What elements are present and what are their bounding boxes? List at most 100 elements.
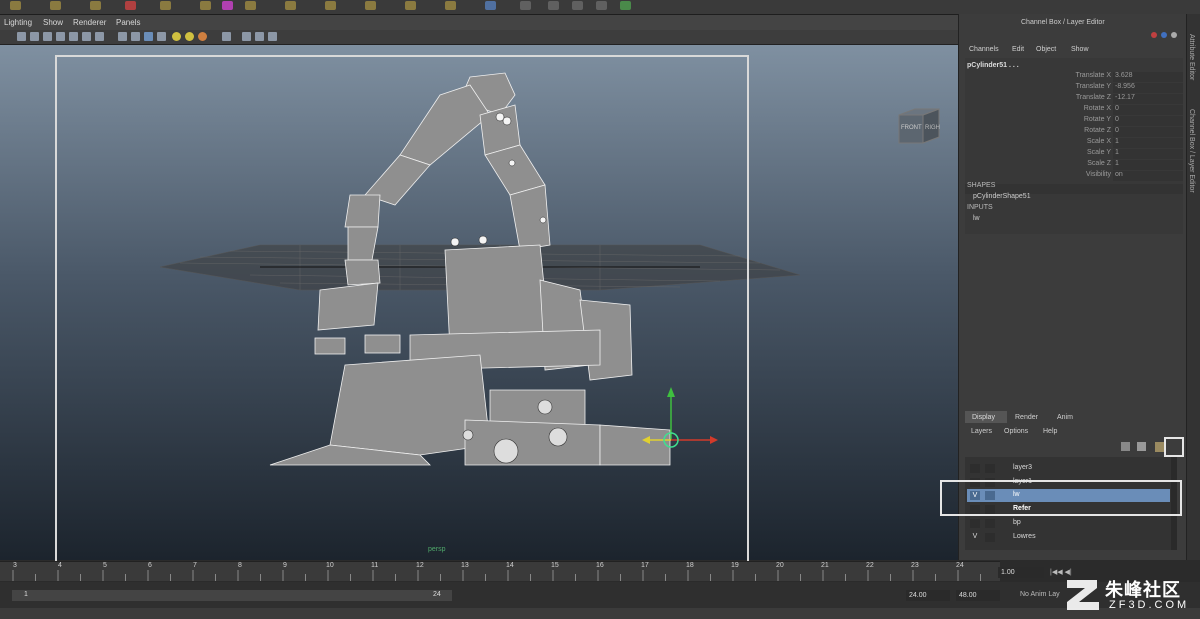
channel-key-icon[interactable]	[1151, 32, 1157, 38]
channel-row[interactable]: Translate Z -12.17	[967, 94, 1183, 105]
tab-anim[interactable]: Anim	[1057, 414, 1073, 421]
layer-name: layer3	[1013, 464, 1033, 471]
timeline-tick-label: 24	[956, 562, 964, 569]
channel-lock-icon[interactable]	[1161, 32, 1167, 38]
default-light-icon[interactable]	[185, 32, 194, 41]
input-name[interactable]: lw	[973, 215, 980, 222]
resolution-gate-icon[interactable]	[95, 32, 104, 41]
channels-menu-object[interactable]: Object	[1036, 46, 1056, 53]
channels-menu-channels[interactable]: Channels	[969, 46, 999, 53]
lights-icon[interactable]	[172, 32, 181, 41]
shape-name[interactable]: pCylinderShape51	[973, 193, 1031, 200]
menu-renderer[interactable]: Renderer	[73, 18, 106, 27]
layer-visibility-toggle[interactable]	[970, 464, 980, 473]
layer-type-toggle[interactable]	[985, 464, 995, 473]
timeline-tick-label: 5	[103, 562, 107, 569]
channel-row[interactable]: Translate X 3.628	[967, 72, 1183, 83]
channel-row[interactable]: Translate Y -8.956	[967, 83, 1183, 94]
layer-type-toggle[interactable]	[985, 533, 995, 542]
anim-layer-dropdown[interactable]: No Anim Lay	[1020, 591, 1060, 598]
shelf-tool-icon[interactable]	[520, 1, 531, 10]
channel-row[interactable]: Scale X1	[967, 138, 1183, 149]
smooth-shade-icon[interactable]	[131, 32, 140, 41]
shelf-tool-icon[interactable]	[445, 1, 456, 10]
wireframe-on-shaded-icon[interactable]	[144, 32, 153, 41]
shelf-bar	[0, 0, 1200, 15]
shelf-tool-icon[interactable]	[365, 1, 376, 10]
channel-row[interactable]: Rotate Z0	[967, 127, 1183, 138]
channel-settings-icon[interactable]	[1171, 32, 1177, 38]
current-frame-field[interactable]: 1.00	[998, 567, 1044, 578]
layer-type-toggle[interactable]	[985, 519, 995, 528]
grid-icon[interactable]	[69, 32, 78, 41]
camera-attr-icon[interactable]	[30, 32, 39, 41]
layer-name: Lowres	[1013, 533, 1036, 540]
shelf-tool-icon[interactable]	[125, 1, 136, 10]
shelf-tool-icon[interactable]	[572, 1, 583, 10]
channel-row[interactable]: Scale Y1	[967, 149, 1183, 160]
timeline-tick-label: 6	[148, 562, 152, 569]
shelf-tool-icon[interactable]	[160, 1, 171, 10]
anim-end-field[interactable]: 24.00	[906, 590, 950, 601]
layer-row[interactable]: layer3	[967, 462, 1170, 475]
create-layer-highlight	[1164, 437, 1184, 457]
shelf-tool-icon[interactable]	[50, 1, 61, 10]
shelf-tool-icon[interactable]	[245, 1, 256, 10]
shelf-tool-icon[interactable]	[596, 1, 607, 10]
layer-row[interactable]: bp	[967, 517, 1170, 530]
playback-end-field[interactable]: 48.00	[956, 590, 1000, 601]
shelf-tool-icon[interactable]	[548, 1, 559, 10]
timeline-tick-label: 20	[776, 562, 784, 569]
shelf-tool-icon[interactable]	[405, 1, 416, 10]
channels-menu-edit[interactable]: Edit	[1012, 46, 1024, 53]
shelf-tool-icon[interactable]	[325, 1, 336, 10]
layer-menu-help[interactable]: Help	[1043, 428, 1057, 435]
view-cube[interactable]: FRONT RIGH	[897, 105, 941, 145]
timeline-tick-label: 17	[641, 562, 649, 569]
layer-menu-layers[interactable]: Layers	[971, 428, 992, 435]
menu-show[interactable]: Show	[43, 18, 63, 27]
range-end-label: 24	[433, 591, 441, 598]
new-layer-empty-icon[interactable]	[1121, 442, 1130, 451]
tab-channel-box[interactable]: Channel Box / Layer Editor	[1188, 109, 1195, 193]
shelf-tool-icon[interactable]	[222, 1, 233, 10]
film-gate-icon[interactable]	[82, 32, 91, 41]
shelf-tool-icon[interactable]	[10, 1, 21, 10]
menu-lighting[interactable]: Lighting	[4, 18, 32, 27]
timeline-tick-label: 10	[326, 562, 334, 569]
channel-row[interactable]: Visibility on	[967, 171, 1183, 182]
timeline-tick-label: 8	[238, 562, 242, 569]
channel-row[interactable]: Rotate X0	[967, 105, 1183, 116]
tab-attribute-editor[interactable]: Attribute Editor	[1188, 34, 1195, 80]
channel-row[interactable]: Rotate Y0	[967, 116, 1183, 127]
channels-menu-show[interactable]: Show	[1071, 46, 1089, 53]
object-name[interactable]: pCylinder51 . . .	[967, 62, 1019, 69]
channel-row[interactable]: Scale Z1	[967, 160, 1183, 171]
layer-visibility-toggle[interactable]: V	[970, 533, 980, 542]
isolate-select-icon[interactable]	[222, 32, 231, 41]
backface-icon[interactable]	[268, 32, 277, 41]
camera-select-icon[interactable]	[17, 32, 26, 41]
textured-icon[interactable]	[157, 32, 166, 41]
timeline-tick-label: 22	[866, 562, 874, 569]
timeline-tick-label: 16	[596, 562, 604, 569]
shelf-tool-icon[interactable]	[620, 1, 631, 10]
shadows-icon[interactable]	[198, 32, 207, 41]
highlight-frame	[55, 55, 749, 577]
wireframe-icon[interactable]	[118, 32, 127, 41]
bookmark-icon[interactable]	[43, 32, 52, 41]
layer-visibility-toggle[interactable]	[970, 519, 980, 528]
menu-panels[interactable]: Panels	[116, 18, 140, 27]
shelf-tool-icon[interactable]	[200, 1, 211, 10]
new-layer-selected-icon[interactable]	[1137, 442, 1146, 451]
layer-row[interactable]: V Lowres	[967, 531, 1170, 544]
xray-joints-icon[interactable]	[255, 32, 264, 41]
shelf-tool-icon[interactable]	[90, 1, 101, 10]
range-slider[interactable]	[12, 590, 452, 601]
xray-icon[interactable]	[242, 32, 251, 41]
layer-menu-options[interactable]: Options	[1004, 428, 1028, 435]
tab-render[interactable]: Render	[1015, 414, 1038, 421]
image-plane-icon[interactable]	[56, 32, 65, 41]
shelf-tool-icon[interactable]	[285, 1, 296, 10]
shelf-tool-icon[interactable]	[485, 1, 496, 10]
